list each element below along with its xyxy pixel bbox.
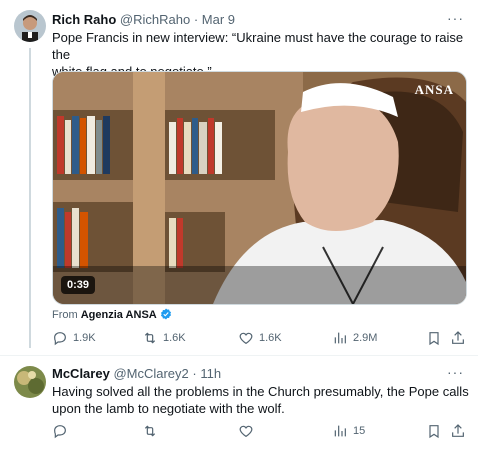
author-name[interactable]: Rich Raho — [52, 12, 116, 27]
tweet-actions: 15 — [52, 423, 466, 441]
more-icon[interactable]: ··· — [447, 364, 464, 380]
reply-icon — [54, 425, 66, 439]
repost-button[interactable] — [142, 423, 158, 439]
like-icon — [239, 332, 253, 345]
repost-icon — [144, 425, 156, 437]
tweet-text: Having solved all the problems in the Ch… — [52, 383, 469, 417]
tweet-header: McClarey @McClarey2 · 11h — [52, 366, 221, 381]
bookmark-icon — [429, 332, 439, 346]
like-button[interactable] — [238, 423, 254, 439]
author-handle[interactable]: @McClarey2 — [113, 366, 188, 381]
share-icon — [452, 331, 464, 344]
separator: · — [193, 12, 199, 27]
tweet-actions: 1.9K 1.6K 1.6K 2.9M — [52, 330, 466, 348]
avatar[interactable] — [14, 10, 46, 42]
tweet-rich-raho[interactable]: Rich Raho @RichRaho · Mar 9 ··· Pope Fra… — [0, 0, 478, 355]
like-count: 1.6K — [259, 332, 282, 344]
bookmark-button[interactable] — [426, 423, 442, 439]
views-button[interactable]: 15 — [332, 423, 365, 439]
views-button[interactable]: 2.9M — [332, 330, 377, 346]
reply-button[interactable]: 1.9K — [52, 330, 96, 346]
like-icon — [239, 425, 253, 438]
repost-button[interactable]: 1.6K — [142, 330, 186, 346]
reply-icon — [54, 332, 66, 346]
author-handle[interactable]: @RichRaho — [120, 12, 190, 27]
repost-count: 1.6K — [163, 332, 186, 344]
tweet-date[interactable]: Mar 9 — [202, 12, 235, 27]
source-prefix: From — [52, 309, 78, 321]
views-icon — [334, 425, 346, 437]
repost-icon — [144, 332, 156, 344]
views-count: 15 — [353, 425, 366, 437]
thread-line — [29, 48, 31, 348]
like-button[interactable]: 1.6K — [238, 330, 282, 346]
verified-icon — [160, 308, 171, 320]
bookmark-button[interactable] — [426, 330, 442, 346]
video-source: From Agenzia ANSA — [52, 308, 172, 321]
video-frame — [53, 72, 466, 304]
share-button[interactable] — [450, 330, 466, 346]
bookmark-icon — [429, 425, 439, 439]
share-button[interactable] — [450, 423, 466, 439]
author-name[interactable]: McClarey — [52, 366, 110, 381]
video-player[interactable]: ANSA 0:39 — [52, 71, 467, 305]
tweet-text-line: Pope Francis in new interview: “Ukraine … — [52, 30, 464, 62]
avatar[interactable] — [14, 366, 46, 398]
views-count: 2.9M — [353, 332, 378, 344]
tweet-date[interactable]: 11h — [200, 366, 221, 381]
tweet-header: Rich Raho @RichRaho · Mar 9 — [52, 12, 235, 27]
more-icon[interactable]: ··· — [447, 10, 464, 26]
separator: · — [192, 366, 197, 381]
reply-button[interactable] — [52, 423, 68, 439]
views-icon — [334, 332, 346, 344]
tweet-text-line: Having solved all the problems in the Ch… — [52, 384, 469, 399]
tweet-text-line: upon the lamb to negotiate with the wolf… — [52, 401, 285, 416]
tweet-mcclarey[interactable]: McClarey @McClarey2 · 11h ··· Having sol… — [0, 356, 478, 449]
ansa-watermark: ANSA — [414, 82, 454, 97]
share-icon — [452, 424, 464, 437]
source-name[interactable]: Agenzia ANSA — [81, 309, 157, 321]
reply-count: 1.9K — [73, 332, 96, 344]
video-duration: 0:39 — [61, 276, 96, 294]
